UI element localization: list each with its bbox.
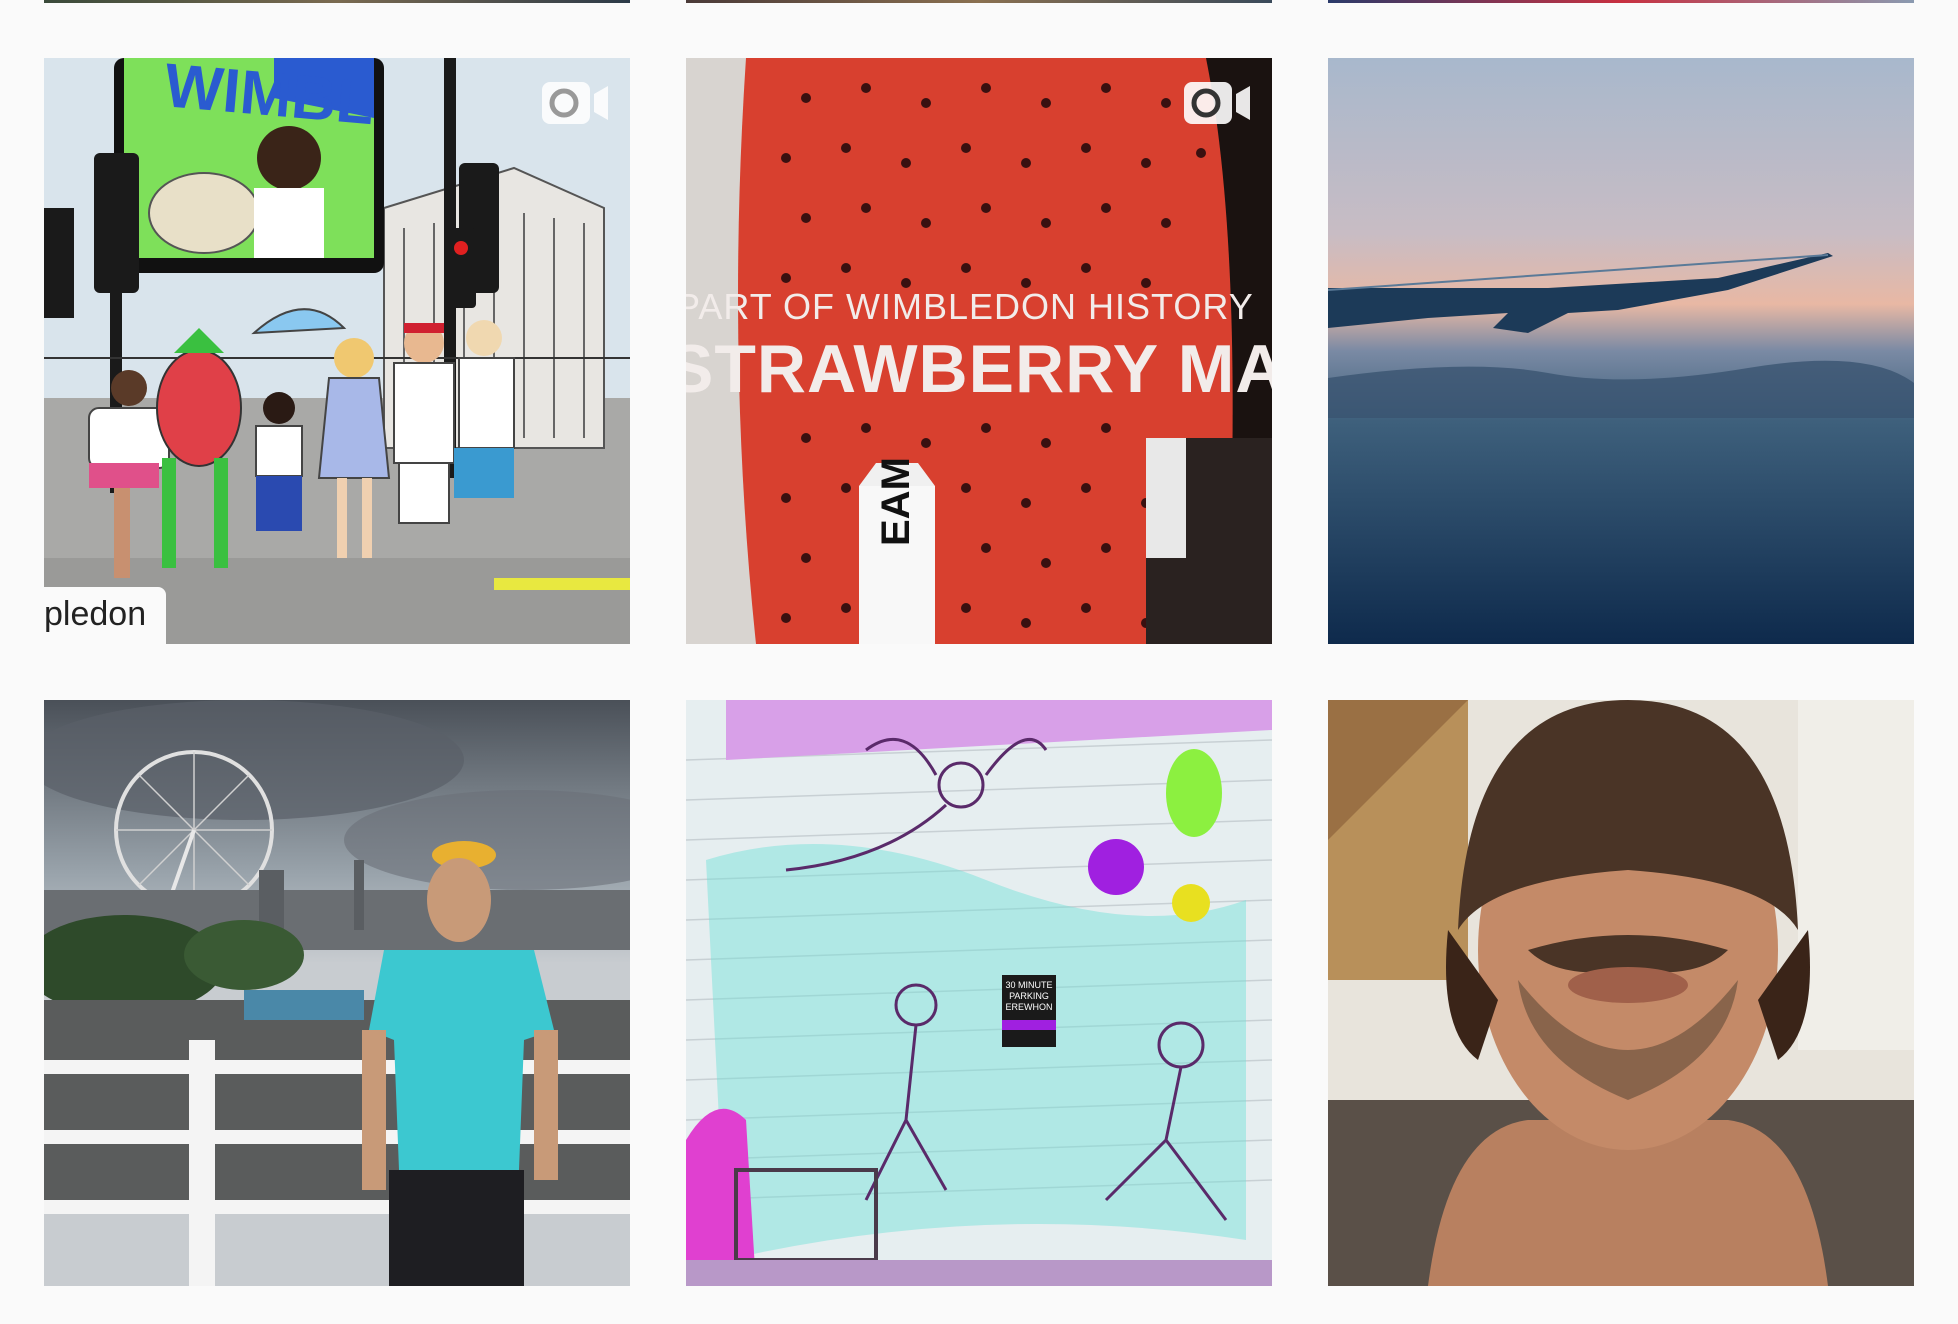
previous-row-tile[interactable] [1328, 0, 1914, 3]
video-overlay-title: PART OF WIMBLEDON HISTORY [686, 286, 1254, 327]
post-tile-wimbledon-illustration[interactable]: WIMBL pledon [44, 58, 630, 644]
post-tile-airplane-wing[interactable] [1328, 58, 1914, 644]
post-thumbnail-image: WIMBL [44, 58, 630, 644]
profile-post-grid: WIMBL pledon PART OF WIMBLEDON HISTORY S… [0, 0, 1958, 1324]
video-camera-icon [540, 78, 610, 128]
post-thumbnail-image [1328, 700, 1914, 1286]
video-overlay-headline: STRAWBERRY MAN [686, 331, 1272, 407]
previous-row-tile[interactable] [686, 0, 1272, 3]
carton-label: EAM [874, 457, 918, 546]
post-tile-strawberry-man[interactable]: PART OF WIMBLEDON HISTORY STRAWBERRY MAN… [686, 58, 1272, 644]
previous-row-tile[interactable] [44, 0, 630, 3]
post-tile-aviator-cap-portrait[interactable] [1328, 700, 1914, 1286]
post-thumbnail-image [686, 700, 1272, 1286]
post-tile-london-eye-portrait[interactable] [44, 700, 630, 1286]
parking-sign-text: 30 MINUTE PARKING EREWHON [1005, 980, 1053, 1012]
post-thumbnail-image [44, 700, 630, 1286]
image-caption-overlay: pledon [44, 587, 167, 644]
video-camera-icon [1182, 78, 1252, 128]
post-tile-mural-wall[interactable]: 30 MINUTE PARKING EREWHON [686, 700, 1272, 1286]
post-thumbnail-image [1328, 58, 1914, 644]
